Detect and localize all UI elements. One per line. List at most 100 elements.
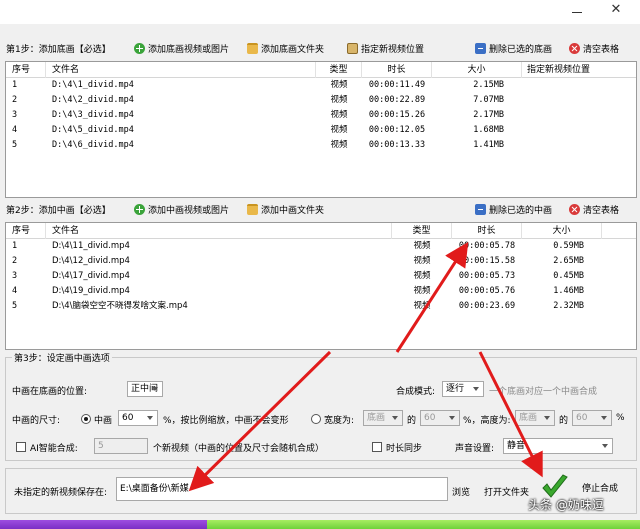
- cell-size: 0.45MB: [553, 271, 584, 281]
- width-ref-select[interactable]: 底画: [363, 410, 403, 426]
- col-filename[interactable]: 文件名: [46, 62, 316, 78]
- base-video-table[interactable]: 序号 文件名 类型 时长 大小 指定新视频位置 1 D:\4\1_divid.mp…: [5, 61, 637, 198]
- set-video-location-button[interactable]: 指定新视频位置: [347, 41, 424, 56]
- mode-label: 合成模式:: [396, 387, 436, 397]
- col-size[interactable]: 大小: [432, 62, 522, 78]
- table-row[interactable]: 1 D:\4\1_divid.mp4 视频 00:00:11.49 2.15MB: [6, 78, 636, 93]
- duration-sync-checkbox[interactable]: [372, 442, 382, 452]
- step2-label: 第2步：添加中画【必选】: [6, 206, 111, 216]
- delete-selected-base-button[interactable]: 删除已选的底画: [475, 41, 552, 56]
- table-row[interactable]: 5 D:\4\脑袋空空不晓得发啥文案.mp4 视频 00:00:23.69 2.32MB: [6, 299, 636, 314]
- table-row[interactable]: 4 D:\4\19_divid.mp4 视频 00:00:05.76 1.46MB: [6, 284, 636, 299]
- height-pct-label: %: [616, 413, 625, 423]
- delete-icon: [475, 43, 486, 54]
- position-label: 中画在底画的位置:: [12, 387, 88, 397]
- cell-type: 视频: [413, 301, 431, 311]
- col-filename[interactable]: 文件名: [46, 223, 392, 239]
- cell-duration: 00:00:13.33: [368, 140, 426, 150]
- table-row[interactable]: 2 D:\4\12_divid.mp4 视频 00:00:15.58 2.65MB: [6, 254, 636, 269]
- cell-file: D:\4\6_divid.mp4: [52, 140, 134, 150]
- browse-button[interactable]: 浏览: [452, 485, 470, 498]
- stop-merge-button[interactable]: 停止合成: [582, 481, 618, 494]
- col-size[interactable]: 大小: [522, 223, 602, 239]
- cell-no: 1: [12, 80, 18, 90]
- table-row[interactable]: 5 D:\4\6_divid.mp4 视频 00:00:13.33 1.41MB: [6, 138, 636, 153]
- audio-label: 声音设置:: [455, 444, 495, 454]
- cell-size: 7.07MB: [473, 95, 504, 105]
- ai-merge-checkbox[interactable]: [16, 442, 26, 452]
- cell-no: 3: [12, 110, 18, 120]
- scale-hint: %，按比例缩放，中画不会变形: [163, 416, 289, 426]
- cell-no: 1: [12, 241, 18, 251]
- progress-fill: [0, 520, 207, 529]
- add-icon: [134, 43, 145, 54]
- col-type[interactable]: 类型: [316, 62, 362, 78]
- delete-icon: [475, 204, 486, 215]
- col-duration[interactable]: 时长: [362, 62, 432, 78]
- table-row[interactable]: 1 D:\4\11_divid.mp4 视频 00:00:05.78 0.59MB: [6, 239, 636, 254]
- step1-label: 第1步：添加底画【必选】: [6, 45, 111, 55]
- folder-icon: [247, 204, 258, 215]
- add-overlay-video-button[interactable]: 添加中画视频或图片: [134, 202, 229, 217]
- minimize-button[interactable]: [570, 4, 584, 18]
- mode-select[interactable]: 逐行: [442, 381, 484, 397]
- cell-duration: 00:00:22.89: [368, 95, 426, 105]
- cell-type: 视频: [330, 140, 348, 150]
- cell-type: 视频: [330, 125, 348, 135]
- cell-type: 视频: [413, 271, 431, 281]
- step1-toolbar: 第1步：添加底画【必选】 添加底画视频或图片 添加底画文件夹 指定新视频位置 删…: [0, 38, 640, 58]
- cell-no: 4: [12, 286, 18, 296]
- clear-table1-button[interactable]: 清空表格: [569, 41, 619, 56]
- height-ref-select[interactable]: 底画: [515, 410, 555, 426]
- col-index[interactable]: 序号: [6, 223, 46, 239]
- add-base-video-button[interactable]: 添加底画视频或图片: [134, 41, 229, 56]
- cell-file: D:\4\12_divid.mp4: [52, 256, 130, 266]
- cell-no: 2: [12, 95, 18, 105]
- clear-table2-button[interactable]: 清空表格: [569, 202, 619, 217]
- table-row[interactable]: 2 D:\4\2_divid.mp4 视频 00:00:22.89 7.07MB: [6, 93, 636, 108]
- position-select[interactable]: 正中间: [127, 381, 163, 397]
- overlay-video-table[interactable]: 序号 文件名 类型 时长 大小 1 D:\4\11_divid.mp4 视频 00:0…: [5, 222, 637, 350]
- custom-size-radio[interactable]: [311, 414, 321, 424]
- size-label: 中画的尺寸:: [12, 416, 61, 426]
- col-new-location[interactable]: 指定新视频位置: [522, 62, 636, 78]
- cell-size: 2.17MB: [473, 110, 504, 120]
- cell-size: 0.59MB: [553, 241, 584, 251]
- cell-file: D:\4\2_divid.mp4: [52, 95, 134, 105]
- add-base-folder-button[interactable]: 添加底画文件夹: [247, 41, 324, 56]
- table-row[interactable]: 3 D:\4\3_divid.mp4 视频 00:00:15.26 2.17MB: [6, 108, 636, 123]
- height-of-label: 的: [559, 416, 569, 426]
- cell-type: 视频: [413, 286, 431, 296]
- width-value-select[interactable]: 60: [420, 410, 460, 426]
- scale-select[interactable]: 60: [118, 410, 158, 426]
- ai-merge-label: AI智能合成:: [30, 444, 78, 454]
- col-index[interactable]: 序号: [6, 62, 46, 78]
- table-row[interactable]: 3 D:\4\17_divid.mp4 视频 00:00:05.73 0.45MB: [6, 269, 636, 284]
- delete-selected-overlay-button[interactable]: 删除已选的中画: [475, 202, 552, 217]
- ai-merge-hint: 个新视频（中画的位置及尺寸会随机合成）: [153, 444, 325, 454]
- cell-file: D:\4\19_divid.mp4: [52, 286, 130, 296]
- cell-file: D:\4\3_divid.mp4: [52, 110, 134, 120]
- mode-hint: 一个底画对应一个中画合成: [489, 387, 598, 397]
- col-type[interactable]: 类型: [392, 223, 452, 239]
- cell-file: D:\4\5_divid.mp4: [52, 125, 134, 135]
- output-path-input[interactable]: E:\桌面备份\新媒: [116, 477, 448, 501]
- close-button[interactable]: ✕: [608, 2, 624, 18]
- cell-duration: 00:00:23.69: [458, 301, 516, 311]
- ai-count-input[interactable]: 5: [94, 438, 148, 454]
- window-titlebar: ✕: [0, 0, 640, 24]
- scale-radio[interactable]: [81, 414, 91, 424]
- add-overlay-folder-button[interactable]: 添加中画文件夹: [247, 202, 324, 217]
- overlay-options-group: 第3步：设定画中画选项 中画在底画的位置: 正中间 合成模式: 逐行 一个底画对…: [5, 351, 637, 461]
- open-folder-button[interactable]: 打开文件夹: [484, 485, 529, 498]
- cell-no: 5: [12, 140, 18, 150]
- table-row[interactable]: 4 D:\4\5_divid.mp4 视频 00:00:12.05 1.68MB: [6, 123, 636, 138]
- height-value-select[interactable]: 60: [572, 410, 612, 426]
- col-duration[interactable]: 时长: [452, 223, 522, 239]
- audio-select[interactable]: 静音: [503, 438, 613, 454]
- cell-file: D:\4\脑袋空空不晓得发啥文案.mp4: [52, 301, 188, 311]
- width-label: 宽度为:: [324, 416, 355, 426]
- cell-file: D:\4\11_divid.mp4: [52, 241, 130, 251]
- cell-type: 视频: [413, 256, 431, 266]
- progress-fill-secondary: [207, 520, 640, 529]
